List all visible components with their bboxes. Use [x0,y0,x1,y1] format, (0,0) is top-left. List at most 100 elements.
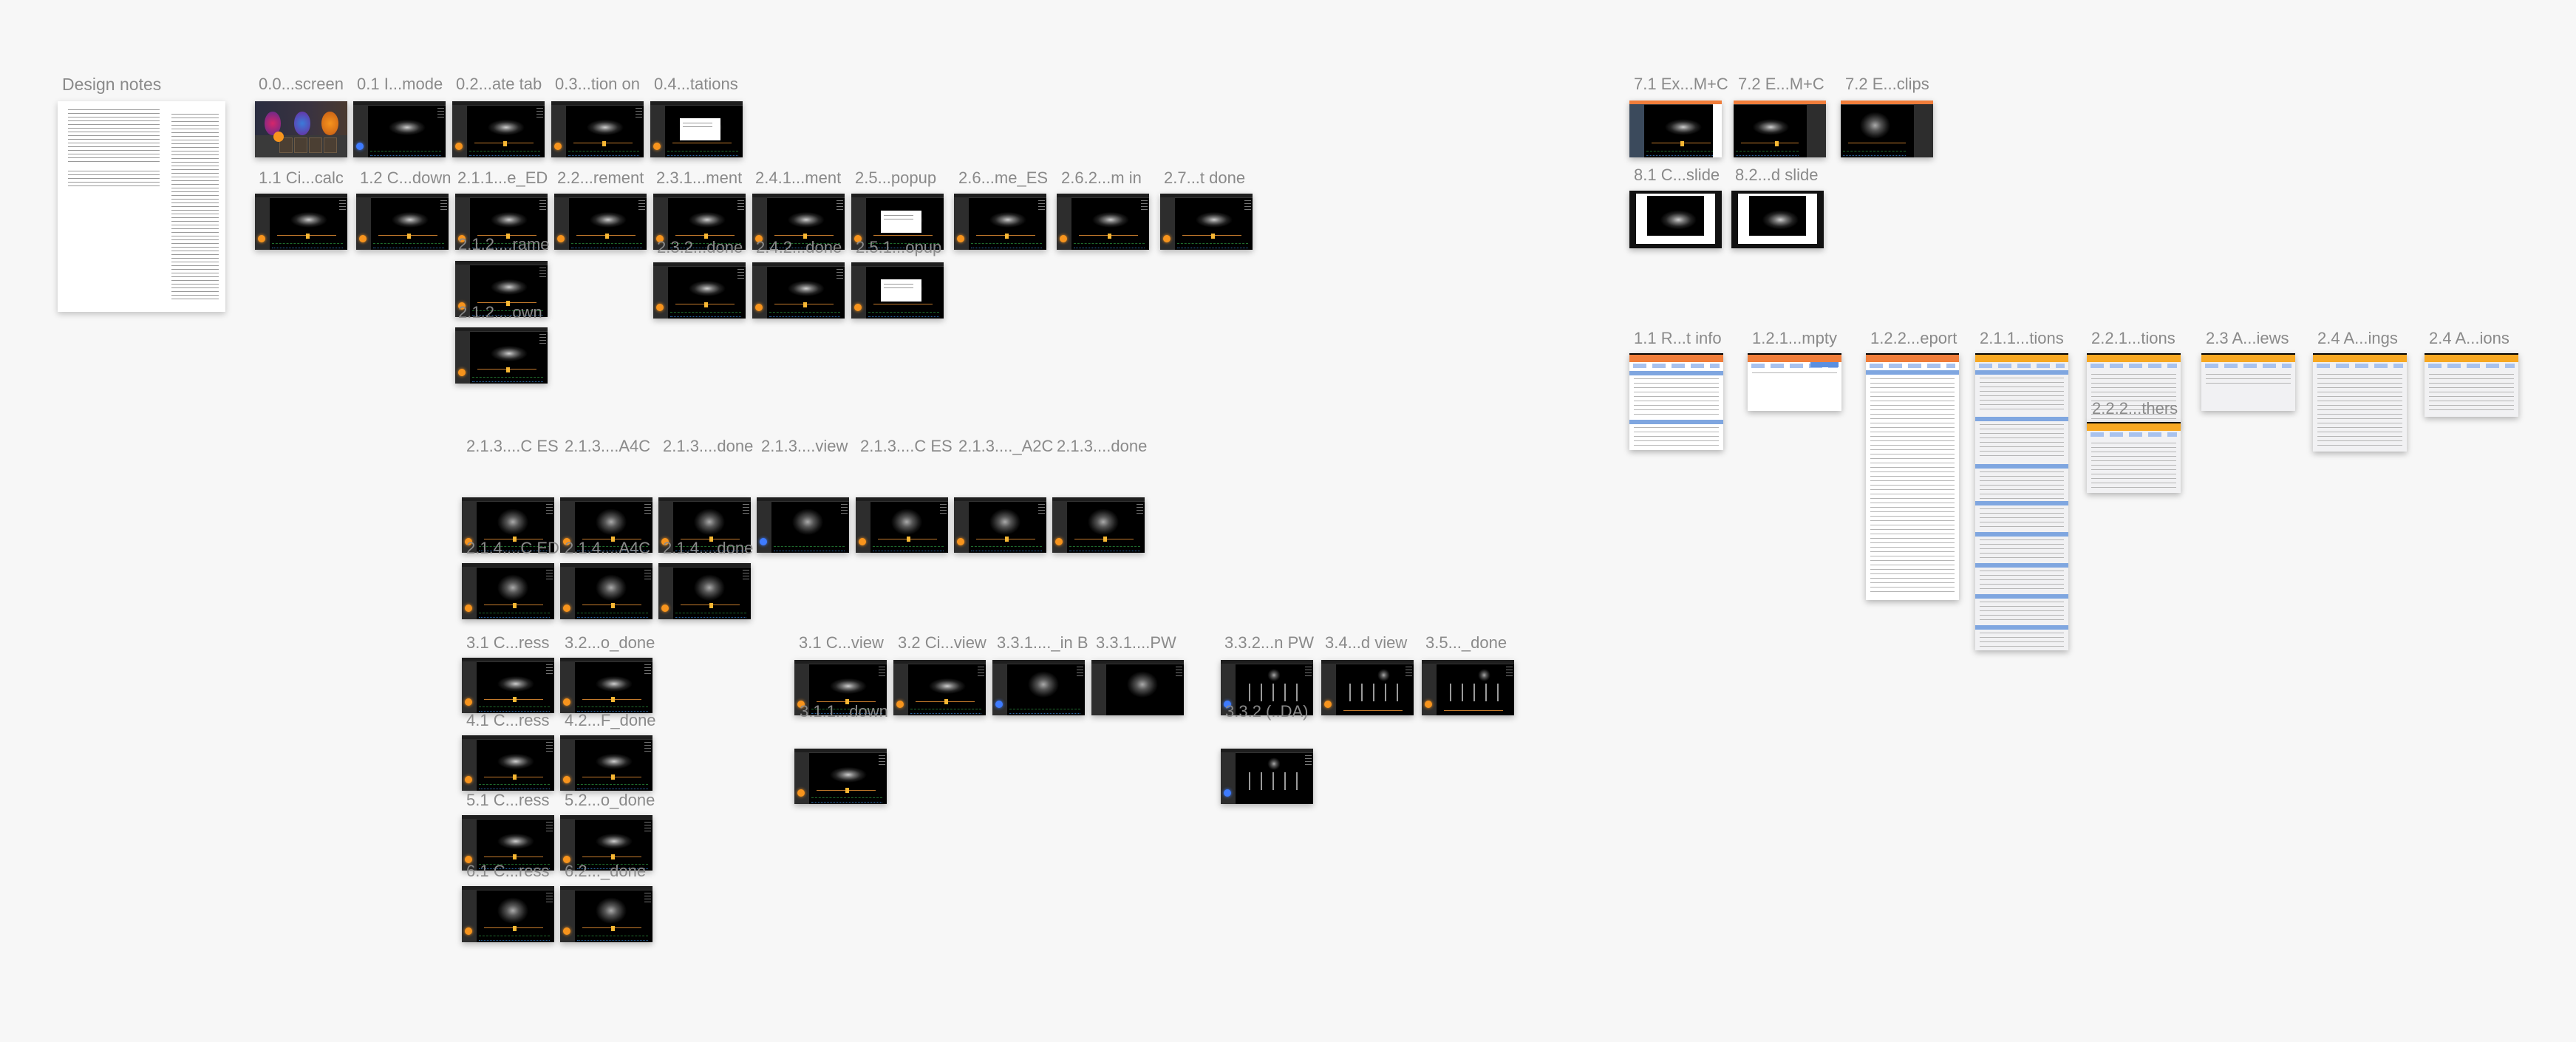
frame-label: 2.2.1...tions [2091,329,2175,347]
frame-label: 2.1.3....done [1057,437,1148,455]
design-notes-card[interactable] [58,101,225,312]
frame-report[interactable] [2087,422,2181,493]
frame-label: 2.6.2...m in [1061,168,1142,187]
frame-ultrasound-dialog[interactable] [650,101,743,157]
frame-label: 3.3.1...._in B [997,633,1088,652]
frame-label: 2.4.1...ment [755,168,842,187]
frame-ultrasound[interactable] [1057,194,1149,250]
frame-ultrasound[interactable] [794,749,887,804]
frame-ultrasound[interactable] [560,886,652,942]
notes-text-block [67,109,160,165]
frame-label: 5.2...o_done [565,791,655,809]
frame-ultrasound[interactable] [992,660,1085,715]
frame-label: 2.1.2....own [458,303,542,321]
frame-ultrasound[interactable] [658,563,751,619]
frame-ultrasound[interactable] [255,194,347,250]
frame-ultrasound[interactable] [1629,101,1722,157]
frame-label: 6.2..._done [565,862,647,880]
frame-ultrasound[interactable] [856,497,948,553]
frame-report[interactable] [2201,353,2295,411]
frame-ultrasound[interactable] [653,262,746,319]
notes-questions-block [67,171,160,188]
frame-label: 2.1.3....C ES [466,437,559,455]
frame-slide-viewer[interactable] [1629,191,1722,248]
frame-report[interactable] [1748,353,1841,411]
frame-ultrasound[interactable] [462,735,554,791]
frame-ultrasound[interactable] [560,658,652,713]
frame-label: 1.1 Ci...calc [259,168,344,187]
frame-label: 0.1 I...mode [357,75,443,93]
frame-ultrasound[interactable] [954,194,1046,250]
frame-label: 4.2...F_done [565,711,656,729]
frame-ultrasound[interactable] [560,563,652,619]
frame-ultrasound[interactable] [462,886,554,942]
frame-ultrasound[interactable] [1052,497,1145,553]
frame-ultrasound[interactable] [455,327,548,384]
frame-label: 0.3...tion on [555,75,640,93]
frame-ultrasound[interactable] [757,497,849,553]
frame-label: 8.1 C...slide [1634,166,1720,184]
frame-label: 2.5...popup [855,168,937,187]
dialog [881,279,921,302]
frame-ultrasound[interactable] [462,563,554,619]
frame-ultrasound[interactable] [1160,194,1253,250]
frame-ultrasound[interactable] [452,101,545,157]
frame-label: 2.1.3....done [663,437,754,455]
frame-report[interactable] [1975,353,2068,650]
frame-label: 2.3.1...ment [656,168,743,187]
frame-ultrasound-doppler[interactable] [1422,660,1514,715]
frame-label: 2.1.3....C ES [860,437,953,455]
frame-label: 2.4 A...ions [2429,329,2509,347]
tile-exams [293,137,307,153]
frame-ultrasound[interactable] [893,660,986,715]
frame-label: 2.5.1...opup [856,238,942,256]
frame-ultrasound[interactable] [1091,660,1184,715]
frame-ultrasound[interactable] [353,101,446,157]
frame-ultrasound-doppler[interactable] [1321,660,1414,715]
frame-label: 7.2 E...clips [1845,75,1929,93]
frame-label: 5.1 C...ress [466,791,550,809]
frame-label: 2.3 A...iews [2206,329,2289,347]
frame-label: 3.1.1...down [800,702,888,721]
frame-ultrasound[interactable] [356,194,449,250]
frame-label: 1.2.2...eport [1870,329,1957,347]
frame-label: 2.1.2....rame [458,235,550,253]
frame-label: 0.2...ate tab [456,75,542,93]
frame-ultrasound[interactable] [554,194,647,250]
frame-label: 1.1 R...t info [1634,329,1722,347]
frame-slide-viewer[interactable] [1731,191,1824,248]
frame-ultrasound[interactable] [752,262,845,319]
frame-label: 3.3.2...n PW [1224,633,1315,652]
frame-ultrasound[interactable] [1734,101,1826,157]
frame-label: 2.6...me_ES [958,168,1049,187]
frame-label: 2.1.4....C ED [466,539,559,557]
abdomen-icon [321,111,338,135]
frame-home-screen[interactable] [255,101,347,157]
dialog [881,210,921,234]
frame-label: 0.0...screen [259,75,344,93]
frame-label: 7.1 Ex...M+C [1634,75,1728,93]
frame-label: 7.2 E...M+C [1738,75,1824,93]
frame-label: 2.1.1...tions [1980,329,2064,347]
frame-label: 2.1.4....A4C [565,539,651,557]
frame-label: 2.4 A...ings [2317,329,2398,347]
frame-ultrasound[interactable] [954,497,1046,553]
frame-label: 2.1.3....view [761,437,848,455]
frame-ultrasound[interactable] [560,735,652,791]
frame-label: 1.2 C...down [360,168,452,187]
frame-label: 3.1 C...ress [466,633,550,652]
frame-ultrasound[interactable] [462,658,554,713]
frame-ultrasound[interactable] [551,101,644,157]
frame-report[interactable] [1629,353,1723,450]
frame-ultrasound-doppler[interactable] [1221,749,1313,804]
frame-label: 8.2...d slide [1735,166,1819,184]
frame-label: 1.2.1...mpty [1752,329,1837,347]
design-notes-label: Design notes [62,75,162,94]
frame-report[interactable] [2425,353,2518,417]
frame-report[interactable] [2313,353,2407,452]
frame-label: 3.2 Ci...view [898,633,987,652]
frame-report[interactable] [1866,353,1959,600]
frame-label: 2.3.2...done [657,238,743,256]
frame-ultrasound[interactable] [1841,101,1933,157]
frame-ultrasound-dialog[interactable] [851,262,944,319]
